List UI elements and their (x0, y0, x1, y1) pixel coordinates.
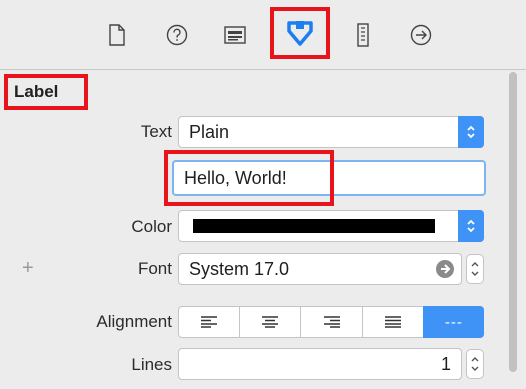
align-justified-icon (384, 316, 401, 328)
font-label: Font (137, 259, 172, 278)
color-popup[interactable] (178, 210, 484, 242)
document-icon[interactable] (100, 18, 134, 52)
lines-value: 1 (440, 354, 451, 374)
align-natural-label: --- (444, 313, 463, 331)
popup-arrows-icon (458, 210, 484, 242)
align-natural-button[interactable]: --- (422, 306, 485, 338)
arrow-circle-icon[interactable] (404, 18, 438, 52)
attributes-shield-icon[interactable] (270, 7, 330, 59)
font-field[interactable]: System 17.0 (178, 253, 462, 285)
align-left-button[interactable] (178, 306, 240, 338)
align-justified-button[interactable] (361, 306, 423, 338)
alignment-label: Alignment (96, 312, 172, 331)
add-variation-icon[interactable]: + (22, 257, 34, 280)
identity-card-icon[interactable] (218, 18, 252, 52)
lines-label: Lines (131, 355, 172, 374)
inspector-toolbar (0, 0, 526, 70)
text-type-popup[interactable]: Plain (178, 116, 484, 148)
ruler-icon[interactable] (346, 18, 380, 52)
align-center-button[interactable] (239, 306, 301, 338)
popup-arrows-icon (458, 116, 484, 148)
scrollbar-thumb[interactable] (509, 72, 517, 372)
font-size-stepper[interactable] (466, 254, 484, 284)
align-right-icon (323, 316, 340, 328)
align-left-icon (201, 316, 218, 328)
content-highlight (164, 150, 334, 206)
lines-field[interactable]: 1 (178, 348, 462, 380)
font-picker-icon[interactable] (435, 259, 455, 279)
text-label: Text (140, 122, 172, 141)
color-label: Color (131, 217, 172, 236)
alignment-segmented-control: --- (178, 306, 485, 338)
text-type-value: Plain (189, 122, 230, 142)
section-title: Label (4, 74, 88, 110)
font-value: System 17.0 (189, 259, 290, 279)
vertical-scrollbar[interactable] (506, 72, 520, 372)
lines-stepper[interactable] (466, 349, 484, 379)
question-icon[interactable] (160, 18, 194, 52)
align-center-icon (262, 316, 279, 328)
attributes-panel: Label Text Plain Hello, World! Color + F… (0, 70, 526, 389)
color-swatch (193, 219, 435, 233)
align-right-button[interactable] (300, 306, 362, 338)
